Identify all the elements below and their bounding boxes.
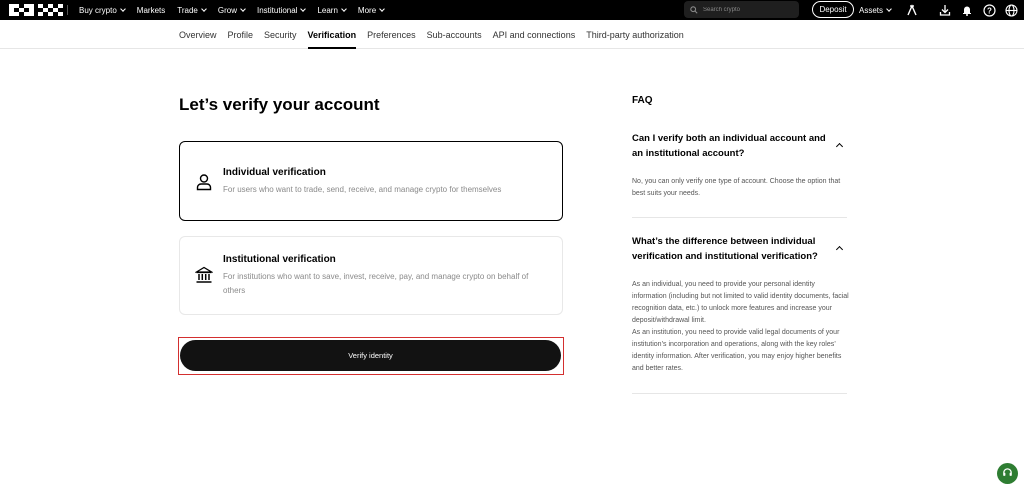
- faq-answer: As an individual, you need to provide yo…: [632, 279, 850, 375]
- search-icon: [690, 1, 698, 19]
- nav-institutional[interactable]: Institutional: [256, 5, 307, 15]
- chevron-down-icon: [341, 6, 347, 12]
- tab-sub-accounts[interactable]: Sub-accounts: [427, 20, 482, 49]
- faq-question[interactable]: Can I verify both an individual account …: [632, 131, 832, 161]
- okx-logo[interactable]: [9, 4, 63, 16]
- search-input[interactable]: [703, 6, 793, 13]
- globe-icon[interactable]: [1004, 3, 1018, 17]
- headset-icon: [1002, 465, 1013, 483]
- user-icon[interactable]: [905, 3, 919, 17]
- download-icon[interactable]: [938, 3, 952, 17]
- tab-api-connections[interactable]: API and connections: [493, 20, 576, 49]
- chevron-down-icon: [240, 6, 246, 12]
- card-title: Institutional verification: [223, 254, 336, 265]
- nav-markets[interactable]: Markets: [137, 6, 165, 15]
- faq-answer: No, you can only verify one type of acco…: [632, 178, 841, 197]
- nav-grow[interactable]: Grow: [217, 5, 246, 15]
- faq-question[interactable]: What’s the difference between individual…: [632, 234, 832, 264]
- search-box[interactable]: [684, 1, 799, 18]
- chevron-down-icon: [119, 6, 126, 12]
- card-description: For institutions who want to save, inves…: [223, 272, 529, 295]
- nav-label: Institutional: [256, 5, 298, 15]
- card-description: For users who want to trade, send, recei…: [223, 185, 502, 194]
- assets-menu[interactable]: Assets: [859, 0, 892, 20]
- top-navbar: Buy crypto Markets Trade Grow Institutio…: [0, 0, 1024, 20]
- verify-button-highlight: Verify identity: [178, 337, 564, 375]
- help-icon[interactable]: ?: [982, 3, 996, 17]
- account-subnav: Overview Profile Security Verification P…: [0, 20, 1024, 49]
- faq-divider: [632, 393, 847, 394]
- nav-learn[interactable]: Learn: [317, 5, 347, 15]
- tab-verification[interactable]: Verification: [307, 20, 356, 49]
- person-icon: [195, 173, 213, 191]
- assets-label: Assets: [859, 5, 884, 15]
- faq-answer-paragraph: As an institution, you need to provide v…: [632, 329, 842, 372]
- deposit-button[interactable]: Deposit: [812, 1, 854, 18]
- chevron-down-icon: [886, 6, 892, 12]
- nav-label: Buy crypto: [79, 5, 117, 15]
- tab-profile[interactable]: Profile: [228, 20, 254, 49]
- nav-trade[interactable]: Trade: [177, 5, 207, 15]
- nav-label: Markets: [136, 5, 166, 15]
- chevron-up-icon[interactable]: [835, 245, 844, 254]
- bell-icon[interactable]: [960, 3, 974, 17]
- card-title: Individual verification: [223, 167, 326, 178]
- nav-label: Grow: [217, 5, 237, 15]
- nav-label: Trade: [177, 5, 198, 15]
- nav-label: More: [357, 5, 377, 15]
- nav-buy-crypto[interactable]: Buy crypto: [79, 5, 126, 15]
- verify-identity-button[interactable]: Verify identity: [180, 340, 561, 371]
- tab-preferences[interactable]: Preferences: [367, 20, 416, 49]
- page-title: Let’s verify your account: [179, 95, 380, 114]
- support-chat-button[interactable]: [997, 463, 1018, 484]
- faq-divider: [632, 217, 847, 218]
- nav-divider: [67, 5, 68, 15]
- chevron-down-icon: [201, 6, 207, 12]
- svg-text:?: ?: [987, 6, 992, 15]
- main-menu: Buy crypto Markets Trade Grow Institutio…: [79, 0, 385, 20]
- tab-overview[interactable]: Overview: [179, 20, 217, 49]
- chevron-down-icon: [379, 6, 385, 12]
- chevron-up-icon[interactable]: [835, 142, 844, 151]
- bank-icon: [194, 266, 214, 284]
- individual-verification-card[interactable]: Individual verification For users who wa…: [179, 141, 563, 221]
- institutional-verification-card[interactable]: Institutional verification For instituti…: [179, 236, 563, 315]
- faq-title: FAQ: [632, 95, 653, 106]
- nav-label: Learn: [317, 5, 338, 15]
- chevron-down-icon: [300, 6, 307, 12]
- nav-more[interactable]: More: [357, 5, 385, 15]
- tab-third-party-authorization[interactable]: Third-party authorization: [586, 20, 684, 49]
- faq-answer-paragraph: As an individual, you need to provide yo…: [632, 281, 849, 324]
- tab-security[interactable]: Security: [264, 20, 297, 49]
